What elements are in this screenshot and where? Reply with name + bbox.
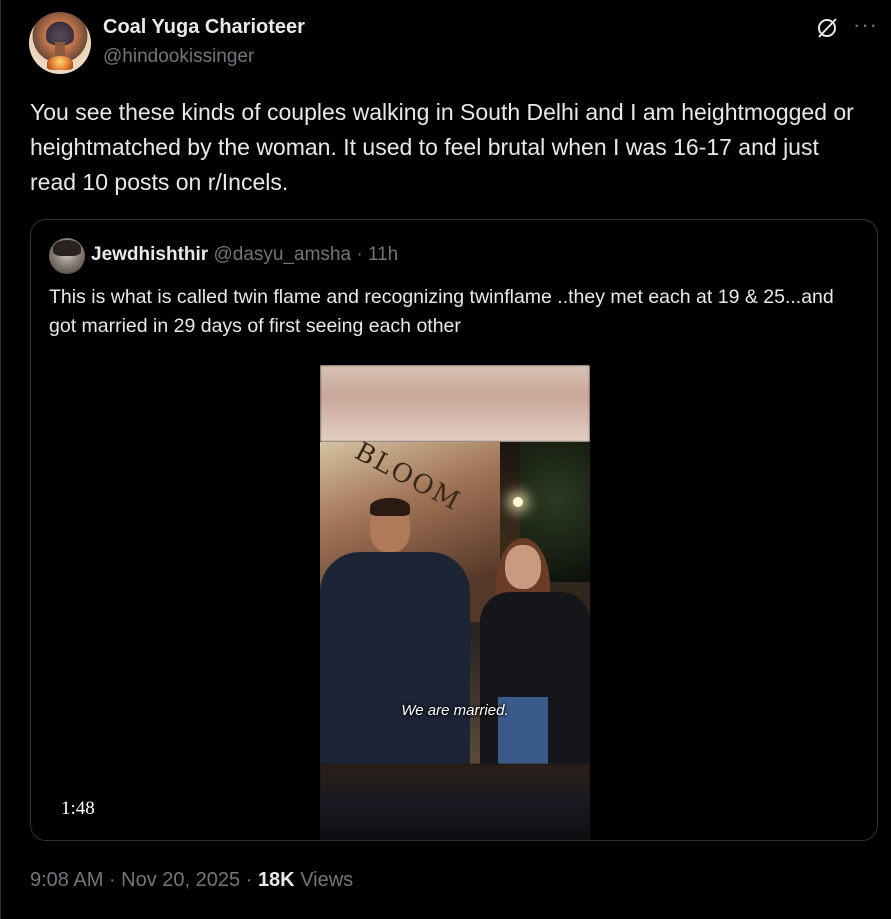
author-handle[interactable]: @hindookissinger [103,46,254,68]
quoted-author-name[interactable]: Jewdhishthir [91,244,208,265]
man-figure [320,552,470,764]
quoted-author-handle[interactable]: @dasyu_amsha [213,244,351,265]
quoted-post-time[interactable]: 11h [368,244,398,265]
video-caption: We are married. [401,702,509,719]
video-player[interactable]: BLOOM We are married. [320,365,590,840]
more-icon[interactable]: ··· [853,12,878,38]
post-text: You see these kinds of couples walking i… [30,99,854,195]
video-blur-top [320,365,590,442]
post-meta: 9:08 AM · Nov 20, 2025 · 18K Views [30,869,354,891]
video-blur-bottom [320,764,590,840]
author-name[interactable]: Coal Yuga Charioteer [103,16,305,39]
post-time[interactable]: 9:08 AM [30,869,103,891]
column-border [0,0,1,919]
views-count: 18K [257,869,295,891]
quoted-post-header: Jewdhishthir @dasyu_amsha · 11h [91,244,399,265]
views-label: Views [294,869,354,891]
video-frame: BLOOM We are married. [320,437,590,764]
grok-icon[interactable] [815,16,839,40]
author-avatar[interactable] [29,12,91,74]
quoted-post[interactable]: Jewdhishthir @dasyu_amsha · 11h This is … [30,219,878,841]
post-date[interactable]: Nov 20, 2025 [121,869,240,891]
video-duration: 1:48 [61,798,95,819]
quoted-author-avatar[interactable] [49,238,85,274]
quoted-post-text: This is what is called twin flame and re… [49,286,834,337]
